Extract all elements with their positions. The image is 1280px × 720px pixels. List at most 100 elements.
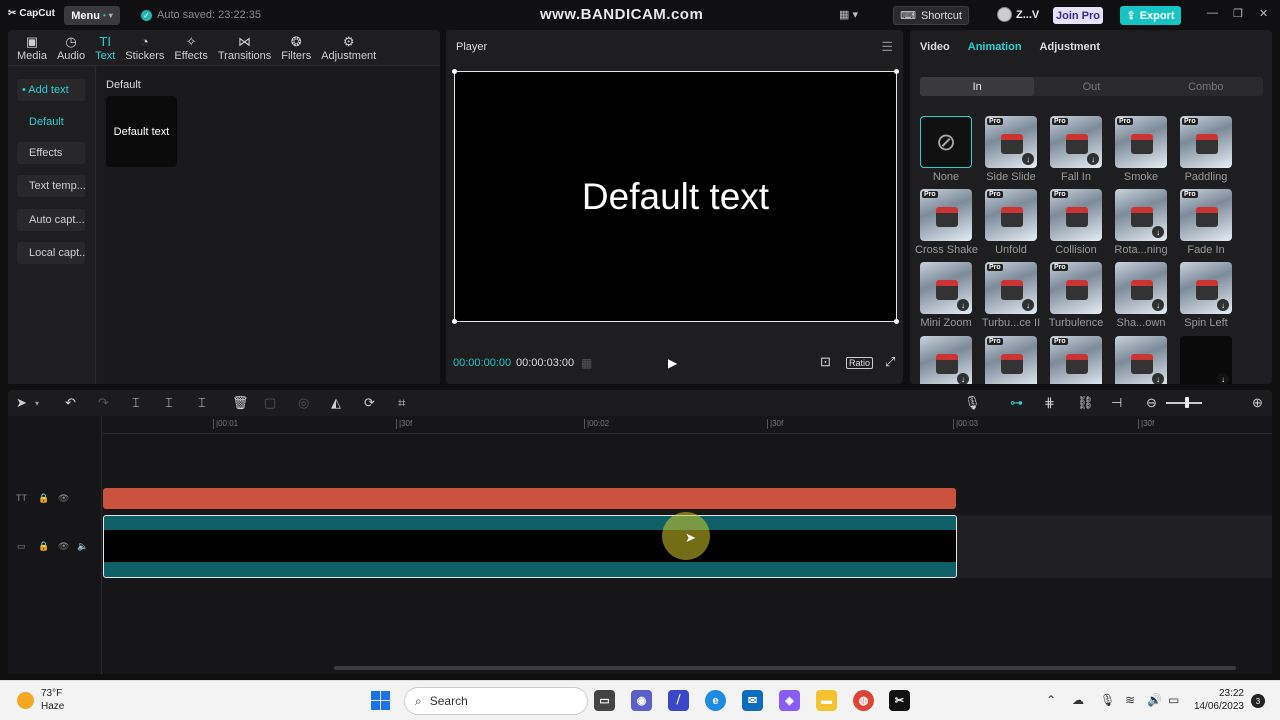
app-icon[interactable]: ⧸ — [668, 690, 689, 711]
animation-tile[interactable]: ↓ — [1180, 262, 1232, 314]
animation-tile[interactable]: Pro ↓ — [985, 262, 1037, 314]
sidebar-item-default[interactable]: Default — [17, 111, 85, 133]
video-clip[interactable] — [103, 515, 957, 578]
tab-text[interactable]: TI Text — [90, 30, 120, 66]
text-clip[interactable] — [103, 488, 956, 509]
cloud-icon[interactable]: ☁ — [1072, 693, 1084, 707]
sidebar-item-effects[interactable]: Effects — [17, 142, 85, 164]
animation-tile[interactable]: Pro — [920, 189, 972, 241]
tab-video[interactable]: Video — [920, 41, 950, 53]
layout-icon[interactable]: ▦ ▾ — [839, 8, 858, 21]
microphone-icon[interactable]: 🎙 — [1100, 693, 1115, 707]
sidebar-item-add-text[interactable]: • Add text — [17, 79, 85, 101]
redo-icon[interactable]: ↷ — [98, 395, 109, 411]
chevron-up-icon[interactable]: ⌃ — [1046, 693, 1056, 707]
select-tool-icon[interactable]: ➤ — [16, 395, 27, 411]
file-explorer-dark-icon[interactable]: ▭ — [594, 690, 615, 711]
menu-icon[interactable]: ☰ — [881, 39, 893, 55]
download-icon[interactable]: ↓ — [1087, 153, 1099, 165]
split-icon[interactable]: ⌶ — [132, 395, 140, 411]
segment-combo[interactable]: Combo — [1149, 77, 1263, 96]
user-account[interactable]: Z...V — [997, 7, 1039, 22]
minimize-icon[interactable]: — — [1207, 7, 1218, 19]
battery-icon[interactable]: ▭ — [1168, 693, 1179, 707]
copilot-icon[interactable]: ◈ — [779, 690, 800, 711]
zoom-slider-handle[interactable] — [1185, 397, 1189, 408]
canvas-text[interactable]: Default text — [455, 72, 896, 321]
microphone-icon[interactable]: 🎙 — [964, 395, 981, 411]
tab-transitions[interactable]: ⋈ Transitions — [213, 30, 276, 66]
download-icon[interactable]: ↓ — [1152, 226, 1164, 238]
download-icon[interactable]: ↓ — [957, 373, 969, 384]
animation-tile[interactable]: ↓ — [1180, 336, 1232, 384]
zoom-out-icon[interactable]: ⊖ — [1146, 395, 1157, 411]
teams-icon[interactable]: ◉ — [631, 690, 652, 711]
shortcut-button[interactable]: ⌨ Shortcut — [893, 6, 969, 25]
close-icon[interactable]: ✕ — [1259, 7, 1268, 20]
lock-icon[interactable]: 🔒 — [38, 493, 49, 504]
crop-icon[interactable]: ⌗ — [398, 395, 405, 411]
edge-icon[interactable]: e — [705, 690, 726, 711]
tab-adjustment[interactable]: ⚙ Adjustment — [316, 30, 381, 66]
link-icon[interactable]: ⛓ — [1077, 395, 1094, 411]
animation-tile[interactable]: Pro — [1180, 116, 1232, 168]
animation-tile[interactable]: Pro — [985, 189, 1037, 241]
download-icon[interactable]: ↓ — [1217, 299, 1229, 311]
undo-icon[interactable]: ↶ — [65, 395, 76, 411]
animation-tile[interactable]: Pro — [1050, 336, 1102, 384]
download-icon[interactable]: ↓ — [1152, 373, 1164, 384]
folder-icon[interactable]: ▬ — [816, 690, 837, 711]
animation-tile[interactable]: Pro — [1180, 189, 1232, 241]
export-button[interactable]: ⇪ Export — [1120, 6, 1181, 25]
restore-icon[interactable]: ❐ — [1233, 7, 1243, 20]
capcut-taskbar-icon[interactable]: ✂ — [889, 690, 910, 711]
sidebar-item-local-captions[interactable]: Local capt... — [17, 242, 85, 264]
download-icon[interactable]: ↓ — [1217, 373, 1229, 384]
animation-tile[interactable]: ⊘ — [920, 116, 972, 168]
eye-icon[interactable]: 👁 — [58, 493, 69, 504]
animation-tile[interactable]: ↓ — [920, 262, 972, 314]
freeze-icon[interactable]: ▢ — [264, 395, 276, 411]
default-text-card[interactable]: Default text — [106, 96, 177, 167]
taskbar-search[interactable]: ⌕ Search — [404, 687, 588, 715]
segment-in[interactable]: In — [920, 77, 1035, 96]
eye-icon[interactable]: 👁 — [58, 541, 69, 552]
animation-tile[interactable]: Pro ↓ — [985, 116, 1037, 168]
chevron-down-icon[interactable]: ▾ — [35, 399, 39, 408]
tab-filters[interactable]: ❂ Filters — [276, 30, 316, 66]
sidebar-item-auto-captions[interactable]: Auto capt... — [17, 209, 85, 231]
download-icon[interactable]: ↓ — [1022, 299, 1034, 311]
menu-button[interactable]: Menu • ▾ — [64, 6, 120, 25]
animation-tile[interactable]: ↓ — [1115, 336, 1167, 384]
tab-adjustment[interactable]: Adjustment — [1040, 41, 1101, 53]
lock-icon[interactable]: 🔒 — [38, 541, 49, 552]
clock[interactable]: 23:22 14/06/2023 — [1190, 687, 1244, 713]
notification-badge[interactable]: 3 — [1251, 694, 1265, 708]
speaker-icon[interactable]: 🔊 — [1147, 693, 1162, 707]
animation-tile[interactable]: ↓ — [920, 336, 972, 384]
windows-start-icon[interactable] — [371, 691, 390, 710]
download-icon[interactable]: ↓ — [1152, 299, 1164, 311]
main-track-magnet-icon[interactable]: ⊶ — [1010, 395, 1023, 411]
tab-effects[interactable]: ✧ Effects — [169, 30, 212, 66]
animation-tile[interactable]: Pro — [1050, 189, 1102, 241]
preview-axis-icon[interactable]: ⊣ — [1111, 395, 1122, 411]
animation-tile[interactable]: Pro — [1050, 262, 1102, 314]
download-icon[interactable]: ↓ — [1022, 153, 1034, 165]
tab-media[interactable]: ▣ Media — [12, 30, 52, 66]
audio-mute-icon[interactable]: 🔈 — [77, 541, 88, 552]
animation-tile[interactable]: Pro — [1115, 116, 1167, 168]
split-left-icon[interactable]: ⌶ — [165, 395, 173, 411]
animation-tile[interactable]: Pro ↓ — [1050, 116, 1102, 168]
chrome-icon[interactable]: ◍ — [853, 690, 874, 711]
tab-audio[interactable]: ◷ Audio — [52, 30, 90, 66]
split-right-icon[interactable]: ⌶ — [198, 395, 206, 411]
download-icon[interactable]: ↓ — [957, 299, 969, 311]
preview-canvas[interactable]: Default text — [452, 69, 899, 324]
mirror-icon[interactable]: ◭ — [331, 395, 341, 411]
animation-tile[interactable]: ↓ — [1115, 189, 1167, 241]
time-ruler[interactable]: |00:01 |30f |00:02 |30f |00:03 |30f — [103, 416, 1272, 434]
rotate-icon[interactable]: ⟳ — [364, 395, 375, 411]
reverse-icon[interactable]: ◎ — [298, 395, 309, 411]
tab-stickers[interactable]: ◔ Stickers — [120, 30, 169, 66]
